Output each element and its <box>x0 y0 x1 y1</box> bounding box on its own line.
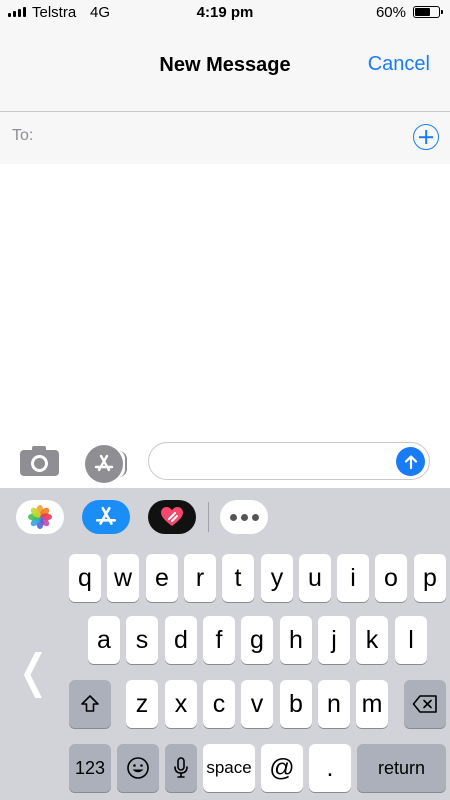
app-store-button[interactable] <box>85 445 127 483</box>
status-bar: Telstra 4G 4:19 pm 60% <box>0 0 450 26</box>
add-contact-button[interactable] <box>413 124 439 150</box>
key-c[interactable]: c <box>203 680 235 728</box>
key-n[interactable]: n <box>318 680 350 728</box>
key-q[interactable]: q <box>69 554 101 602</box>
period-key[interactable]: . <box>309 744 351 792</box>
nav-bar: New Message Cancel <box>0 26 450 112</box>
space-key[interactable]: space <box>203 744 255 792</box>
key-l[interactable]: l <box>395 616 427 664</box>
shift-key[interactable] <box>69 680 111 728</box>
recipient-field-row[interactable]: To: <box>0 112 450 164</box>
key-m[interactable]: m <box>356 680 388 728</box>
delete-key[interactable] <box>404 680 446 728</box>
key-i[interactable]: i <box>337 554 369 602</box>
keyboard: q w e r t y u i o p ❬ a s d f g h j k l … <box>0 548 450 800</box>
return-key[interactable]: return <box>357 744 446 792</box>
battery-percent: 60% <box>375 4 406 21</box>
key-d[interactable]: d <box>165 616 197 664</box>
camera-icon[interactable] <box>20 446 59 476</box>
key-s[interactable]: s <box>126 616 158 664</box>
more-icon <box>229 513 259 521</box>
at-key[interactable]: @ <box>261 744 303 792</box>
more-apps-button[interactable] <box>220 500 268 534</box>
dictation-key[interactable] <box>165 744 197 792</box>
key-w[interactable]: w <box>107 554 139 602</box>
app-store-app-button[interactable] <box>82 500 130 534</box>
key-f[interactable]: f <box>203 616 235 664</box>
key-v[interactable]: v <box>241 680 273 728</box>
shift-icon <box>81 695 99 712</box>
photos-app-button[interactable] <box>16 500 64 534</box>
key-y[interactable]: y <box>261 554 293 602</box>
app-drawer <box>0 488 450 548</box>
compose-bar <box>0 438 450 488</box>
send-button[interactable] <box>396 447 425 476</box>
digital-touch-heart-icon <box>161 507 183 526</box>
message-input[interactable] <box>148 442 430 480</box>
numbers-key[interactable]: 123 <box>69 744 111 792</box>
key-k[interactable]: k <box>356 616 388 664</box>
emoji-key[interactable] <box>117 744 159 792</box>
key-j[interactable]: j <box>318 616 350 664</box>
key-p[interactable]: p <box>414 554 446 602</box>
key-b[interactable]: b <box>280 680 312 728</box>
digital-touch-button[interactable] <box>148 500 196 534</box>
photos-icon <box>28 505 52 529</box>
key-u[interactable]: u <box>299 554 331 602</box>
key-x[interactable]: x <box>165 680 197 728</box>
backspace-icon <box>412 695 437 713</box>
emoji-icon <box>127 757 149 779</box>
battery-icon <box>413 6 443 18</box>
to-label: To: <box>12 127 34 144</box>
key-o[interactable]: o <box>375 554 407 602</box>
key-g[interactable]: g <box>241 616 273 664</box>
arrow-up-icon <box>404 454 417 469</box>
key-a[interactable]: a <box>88 616 120 664</box>
app-store-icon <box>95 506 117 525</box>
key-e[interactable]: e <box>146 554 178 602</box>
chevron-left-icon[interactable]: ❬ <box>14 648 53 694</box>
key-h[interactable]: h <box>280 616 312 664</box>
key-r[interactable]: r <box>184 554 216 602</box>
drawer-divider <box>208 502 209 532</box>
app-store-icon <box>94 454 114 472</box>
microphone-icon <box>174 757 188 778</box>
key-t[interactable]: t <box>222 554 254 602</box>
cancel-button[interactable]: Cancel <box>368 53 430 76</box>
key-z[interactable]: z <box>126 680 158 728</box>
